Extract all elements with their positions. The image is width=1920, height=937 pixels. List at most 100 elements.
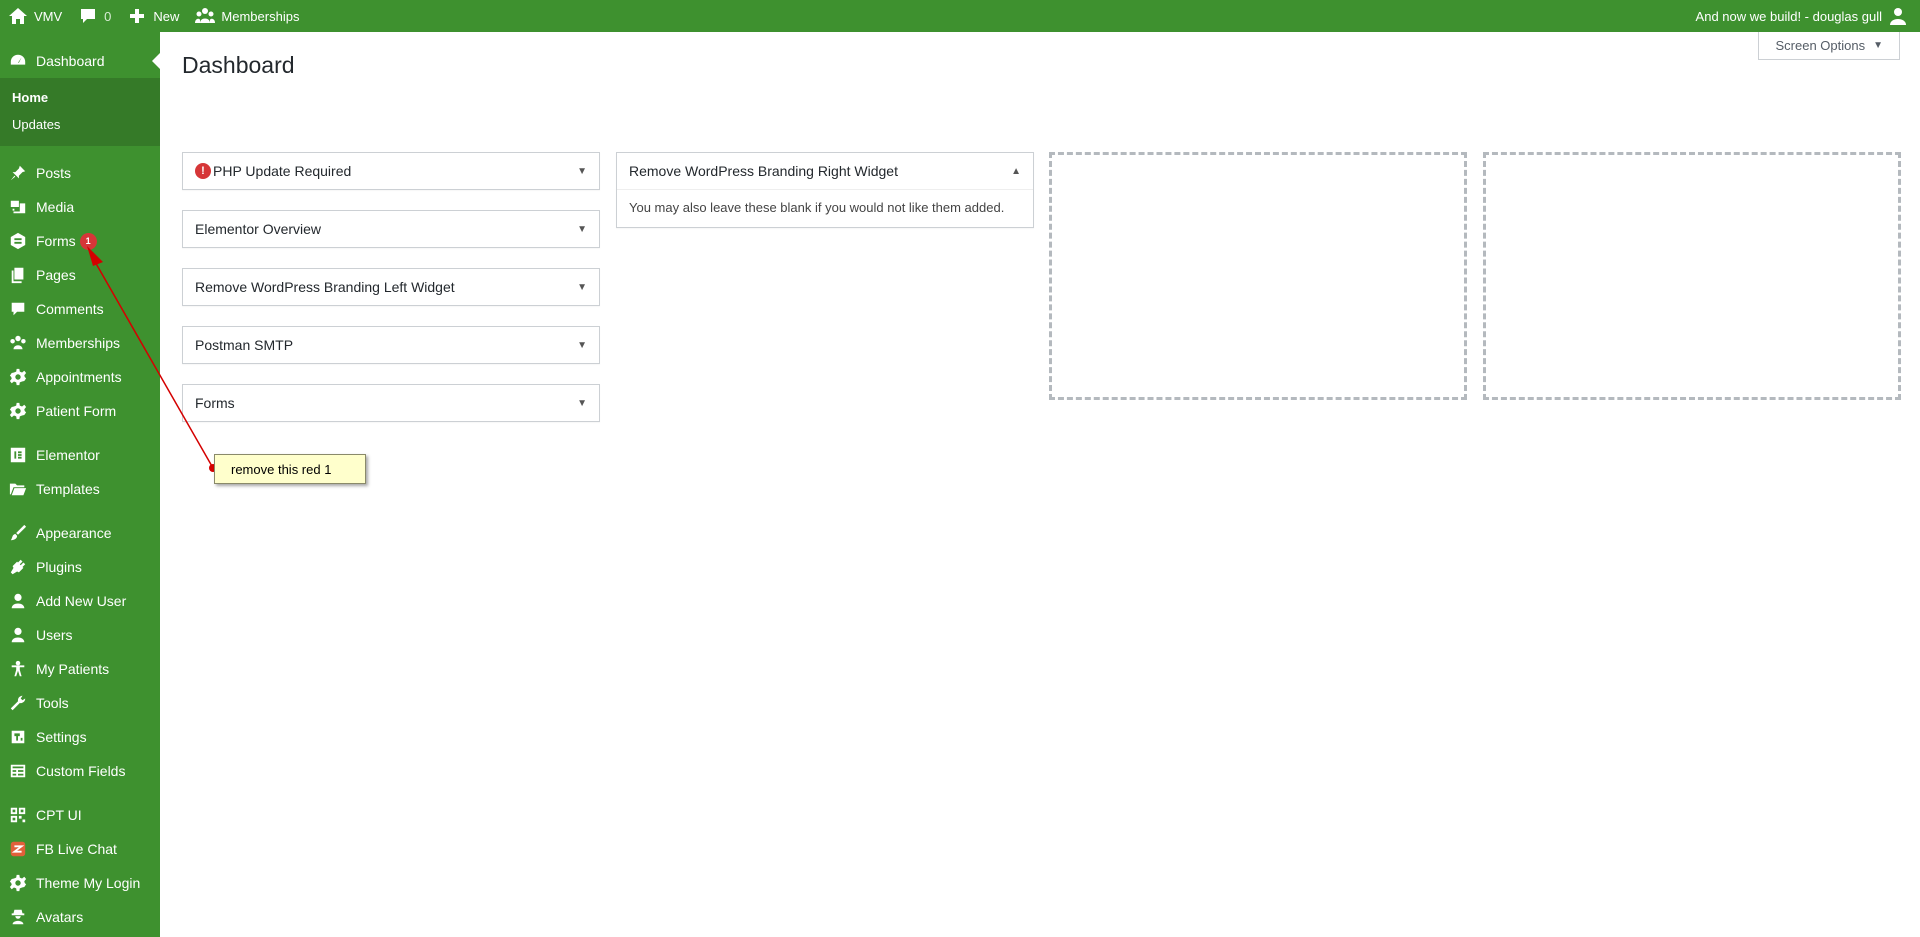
gear-icon <box>8 401 28 421</box>
comment-icon <box>8 299 28 319</box>
sidebar-item-media[interactable]: Media <box>0 190 160 224</box>
sidebar-item-elementor[interactable]: Elementor <box>0 438 160 472</box>
gear-icon <box>8 367 28 387</box>
sidebar-item-label: Pages <box>36 267 76 283</box>
sidebar-item-label: Templates <box>36 481 100 497</box>
main-content: Dashboard Screen Options ▼ ! PHP Update R… <box>160 32 1920 937</box>
sidebar-item-settings[interactable]: Settings <box>0 720 160 754</box>
new-content-link[interactable]: New <box>119 0 187 32</box>
widget-title: Postman SMTP <box>195 337 294 353</box>
sidebar-item-custom-fields[interactable]: Custom Fields <box>0 754 160 788</box>
comments-link[interactable]: 0 <box>70 0 119 32</box>
widget-header[interactable]: Postman SMTP ▼ <box>183 327 599 363</box>
memberships-link[interactable]: Memberships <box>187 0 307 32</box>
groups-icon <box>8 333 28 353</box>
greeting: And now we build! - douglas gull <box>1695 8 1882 24</box>
sidebar-item-label: Appointments <box>36 369 122 385</box>
empty-widget-dropzone[interactable] <box>1049 152 1467 400</box>
widget-header[interactable]: Remove WordPress Branding Left Widget ▼ <box>183 269 599 305</box>
sidebar-item-label: Plugins <box>36 559 82 575</box>
site-name: VMV <box>34 8 63 24</box>
caret-down-icon[interactable]: ▼ <box>577 282 587 293</box>
caret-down-icon[interactable]: ▼ <box>577 340 587 351</box>
sidebar-item-label: Users <box>36 627 73 643</box>
sidebar-item-avatars[interactable]: Avatars <box>0 900 160 934</box>
pages-icon <box>8 265 28 285</box>
my-account-link[interactable]: And now we build! - douglas gull <box>1688 0 1920 32</box>
sidebar-item-plugins[interactable]: Plugins <box>0 550 160 584</box>
sidebar-item-users[interactable]: Users <box>0 618 160 652</box>
sidebar-item-label: CPT UI <box>36 807 82 823</box>
gear-icon <box>8 873 28 893</box>
widget-header[interactable]: Remove WordPress Branding Right Widget ▲ <box>617 153 1033 189</box>
sidebar-item-comments[interactable]: Comments <box>0 292 160 326</box>
pin-icon <box>8 163 28 183</box>
sidebar-item-patient-form[interactable]: Patient Form <box>0 394 160 428</box>
sidebar-item-posts[interactable]: Posts <box>0 156 160 190</box>
alert-icon: ! <box>195 163 211 179</box>
sidebar-item-label: Media <box>36 199 75 215</box>
sidebar-item-cpt-ui[interactable]: CPT UI <box>0 798 160 832</box>
plug-icon <box>8 557 28 577</box>
widget-column-left: ! PHP Update Required ▼ Elementor Overvie… <box>182 152 600 442</box>
sidebar-item-templates[interactable]: Templates <box>0 472 160 506</box>
page-title: Dashboard <box>182 52 295 78</box>
forms-update-badge: 1 <box>79 232 97 250</box>
sidebar-item-fb-live-chat[interactable]: FB Live Chat <box>0 832 160 866</box>
elementor-icon <box>8 445 28 465</box>
plus-icon <box>130 9 145 23</box>
caret-down-icon[interactable]: ▼ <box>577 224 587 235</box>
groups-icon <box>195 8 216 23</box>
caret-down-icon[interactable]: ▼ <box>577 166 587 177</box>
memberships-label: Memberships <box>221 8 300 24</box>
caret-down-icon[interactable]: ▼ <box>577 398 587 409</box>
widget-branding-left: Remove WordPress Branding Left Widget ▼ <box>182 268 600 306</box>
new-label: New <box>153 8 180 24</box>
sidebar-item-add-new-user[interactable]: Add New User <box>0 584 160 618</box>
widget-header[interactable]: Elementor Overview ▼ <box>183 211 599 247</box>
site-name-link[interactable]: VMV <box>0 0 70 32</box>
sidebar-item-label: My Patients <box>36 661 110 677</box>
sidebar-item-label: Elementor <box>36 447 100 463</box>
sidebar-item-my-patients[interactable]: My Patients <box>0 652 160 686</box>
brush-icon <box>8 523 28 543</box>
sidebar-item-label: Dashboard <box>36 53 105 69</box>
sidebar-item-forms[interactable]: Forms 1 <box>0 224 160 258</box>
widget-branding-right: Remove WordPress Branding Right Widget ▲… <box>616 152 1034 228</box>
dashboard-submenu: Home Updates <box>0 78 160 146</box>
widget-elementor-overview: Elementor Overview ▼ <box>182 210 600 248</box>
user-icon <box>8 625 28 645</box>
menu-separator <box>0 506 160 516</box>
sidebar-item-theme-my-login[interactable]: Theme My Login <box>0 866 160 900</box>
screen-options-label: Screen Options <box>1775 38 1866 53</box>
sidebar-item-label: Comments <box>36 301 104 317</box>
widget-header[interactable]: Forms ▼ <box>183 385 599 421</box>
home-icon <box>9 8 27 24</box>
sidebar-item-label: Appearance <box>36 525 112 541</box>
caret-down-icon: ▼ <box>1873 40 1883 51</box>
widget-forms: Forms ▼ <box>182 384 600 422</box>
widget-title: Forms <box>195 395 235 411</box>
sidebar-item-dashboard[interactable]: Dashboard <box>0 44 160 78</box>
folder-icon <box>8 479 28 499</box>
widget-body: You may also leave these blank if you wo… <box>617 189 1033 227</box>
chat-icon <box>8 839 28 859</box>
sidebar-item-tools[interactable]: Tools <box>0 686 160 720</box>
forms-icon <box>8 231 28 251</box>
sidebar-item-appearance[interactable]: Appearance <box>0 516 160 550</box>
sidebar-item-memberships[interactable]: Memberships <box>0 326 160 360</box>
caret-up-icon[interactable]: ▲ <box>1011 166 1021 177</box>
submenu-home[interactable]: Home <box>0 84 160 111</box>
sidebar-item-pages[interactable]: Pages <box>0 258 160 292</box>
empty-widget-dropzone[interactable] <box>1483 152 1901 400</box>
comment-icon <box>81 9 96 23</box>
submenu-updates[interactable]: Updates <box>0 111 160 138</box>
admin-bar: VMV 0 New Memberships And now we build! … <box>0 0 1920 32</box>
annotation-note: remove this red 1 <box>214 454 366 484</box>
sidebar-item-label: Patient Form <box>36 403 117 419</box>
widget-header[interactable]: ! PHP Update Required ▼ <box>183 153 599 189</box>
screen-options-button[interactable]: Screen Options ▼ <box>1758 32 1900 60</box>
sidebar-item-label: FB Live Chat <box>36 841 117 857</box>
sidebar-item-label: Settings <box>36 729 87 745</box>
sidebar-item-appointments[interactable]: Appointments <box>0 360 160 394</box>
